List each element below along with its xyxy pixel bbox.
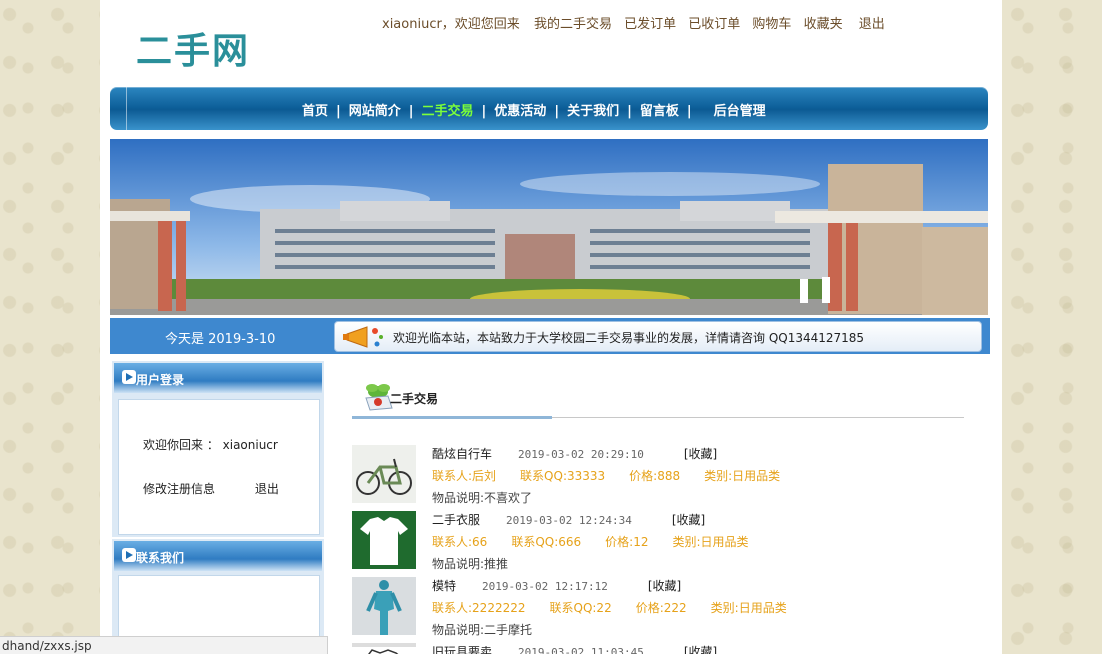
contact-panel-title: 联系我们 [136, 551, 185, 565]
section-title: 二手交易 [390, 392, 439, 406]
nav-item-admin[interactable]: 后台管理 [714, 104, 766, 119]
product-title-row: 旧玩具要卖 2019-03-02 11:03:45 [收藏] [432, 643, 717, 654]
nav-divider [126, 87, 127, 130]
product-category: 类别:日用品类 [672, 535, 749, 549]
product-title-row: 二手衣服 2019-03-02 12:24:34 [收藏] [432, 511, 705, 528]
favorite-button[interactable]: [收藏] [648, 579, 681, 593]
product-contact: 联系人:后刘 [432, 469, 497, 483]
nav-separator: | [554, 104, 560, 119]
product-item: 酷炫自行车 2019-03-02 20:29:10 [收藏] 联系人:后刘 联系QQ:… [352, 445, 972, 509]
page-container: 二手网 xiaoniucr，欢迎您回来 我的二手交易 已发订单 已收订单 购物车… [100, 0, 1002, 654]
logout-link[interactable]: 退出 [859, 17, 885, 32]
nav-item-promotions[interactable]: 优惠活动 [494, 104, 546, 119]
announcement-marquee: 欢迎光临本站，本站致力于大学校园二手交易事业的发展，详情请咨询 QQ134412… [334, 321, 982, 352]
product-name[interactable]: 旧玩具要卖 [432, 645, 492, 654]
nav-item-guestbook[interactable]: 留言板 [640, 104, 679, 119]
product-category: 类别:日用品类 [710, 601, 787, 615]
section-underline-accent [352, 416, 552, 419]
product-qq: 联系QQ:33333 [520, 469, 606, 483]
nav-item-about[interactable]: 关于我们 [567, 104, 619, 119]
product-description: 物品说明:推推 [432, 557, 509, 571]
product-price: 价格:222 [635, 601, 687, 615]
product-category: 类别:日用品类 [704, 469, 781, 483]
favorites-link[interactable]: 收藏夹 [804, 17, 843, 32]
megaphone-icon [341, 324, 391, 354]
section-header: 二手交易 [352, 378, 964, 422]
login-panel-body: 欢迎你回来 ： xiaoniucr 修改注册信息 退出 [118, 399, 320, 535]
nav-item-trade[interactable]: 二手交易 [422, 104, 474, 119]
product-contact: 联系人:2222222 [432, 601, 526, 615]
product-price: 价格:888 [629, 469, 681, 483]
product-item: 旧玩具要卖 2019-03-02 11:03:45 [收藏] [352, 643, 972, 654]
nav-separator: | [481, 104, 487, 119]
product-info-row: 联系人:后刘 联系QQ:33333 价格:888 类别:日用品类 [432, 467, 804, 484]
product-qq: 联系QQ:22 [549, 601, 612, 615]
arrow-icon [122, 370, 136, 384]
product-time: 2019-03-02 11:03:45 [518, 646, 644, 654]
top-links: xiaoniucr，欢迎您回来 我的二手交易 已发订单 已收订单 购物车 收藏夹… [382, 13, 893, 32]
product-info-row: 联系人:2222222 联系QQ:22 价格:222 类别:日用品类 [432, 599, 811, 616]
login-welcome: 欢迎你回来 ： xiaoniucr [143, 438, 278, 452]
contact-panel-header: 联系我们 [114, 541, 322, 571]
current-date: 今天是 2019-3-10 [165, 332, 276, 347]
bicycle-thumbnail[interactable] [352, 445, 416, 503]
nav-separator: | [686, 104, 692, 119]
my-trades-link[interactable]: 我的二手交易 [534, 17, 612, 32]
login-panel-header: 用户登录 [114, 363, 322, 393]
product-item: 模特 2019-03-02 12:17:12 [收藏] 联系人:2222222 联系Q… [352, 577, 972, 641]
product-time: 2019-03-02 12:24:34 [506, 514, 632, 527]
login-panel: 用户登录 欢迎你回来 ： xiaoniucr 修改注册信息 退出 [112, 361, 324, 537]
nav-separator: | [336, 104, 341, 119]
product-title-row: 模特 2019-03-02 12:17:12 [收藏] [432, 577, 681, 594]
toy-thumbnail[interactable] [352, 643, 416, 654]
product-name[interactable]: 酷炫自行车 [432, 447, 492, 461]
product-item: 二手衣服 2019-03-02 12:24:34 [收藏] 联系人:66 联系QQ:6… [352, 511, 972, 575]
product-qq: 联系QQ:666 [511, 535, 582, 549]
t-shirt-thumbnail[interactable] [352, 511, 416, 569]
login-panel-title: 用户登录 [136, 373, 185, 387]
edit-profile-link[interactable]: 修改注册信息 [143, 482, 215, 496]
favorite-button[interactable]: [收藏] [684, 645, 717, 654]
product-title-row: 酷炫自行车 2019-03-02 20:29:10 [收藏] [432, 445, 717, 462]
nav-item-home[interactable]: 首页 [302, 104, 328, 119]
campus-banner [110, 139, 988, 315]
user-greeting: xiaoniucr，欢迎您回来 [382, 17, 520, 32]
product-description: 物品说明:不喜欢了 [432, 491, 533, 505]
login-actions: 修改注册信息 退出 [143, 480, 279, 497]
product-info-row: 联系人:66 联系QQ:666 价格:12 类别:日用品类 [432, 533, 773, 550]
product-name[interactable]: 模特 [432, 579, 456, 593]
main-nav: 首页 | 网站简介 | 二手交易 | 优惠活动 | 关于我们 | 留言板 | 后台管理 [110, 87, 988, 130]
browser-status-bar: dhand/zxxs.jsp [0, 636, 328, 654]
welcome-bar: 今天是 2019-3-10 欢迎光临本站，本站致力于大学校园二手交易事业的发展，… [110, 318, 990, 354]
product-description: 物品说明:二手摩托 [432, 623, 533, 637]
received-orders-link[interactable]: 已收订单 [688, 17, 740, 32]
sent-orders-link[interactable]: 已发订单 [624, 17, 676, 32]
nav-separator: | [627, 104, 632, 119]
product-name[interactable]: 二手衣服 [432, 513, 480, 527]
nav-item-intro[interactable]: 网站简介 [349, 104, 401, 119]
product-time: 2019-03-02 12:17:12 [482, 580, 608, 593]
product-price: 价格:12 [605, 535, 649, 549]
nav-items: 首页 | 网站简介 | 二手交易 | 优惠活动 | 关于我们 | 留言板 | 后台管理 [302, 100, 766, 119]
product-contact: 联系人:66 [432, 535, 488, 549]
site-logo[interactable]: 二手网 [136, 22, 250, 74]
sidebar-logout-link[interactable]: 退出 [255, 482, 279, 496]
favorite-button[interactable]: [收藏] [672, 513, 705, 527]
campus-gate-illustration [110, 139, 988, 315]
announcement-text: 欢迎光临本站，本站致力于大学校园二手交易事业的发展，详情请咨询 QQ134412… [393, 331, 865, 345]
mannequin-thumbnail[interactable] [352, 577, 416, 635]
cart-link[interactable]: 购物车 [752, 17, 791, 32]
favorite-button[interactable]: [收藏] [684, 447, 717, 461]
nav-separator: | [408, 104, 414, 119]
product-time: 2019-03-02 20:29:10 [518, 448, 644, 461]
arrow-icon [122, 548, 136, 562]
